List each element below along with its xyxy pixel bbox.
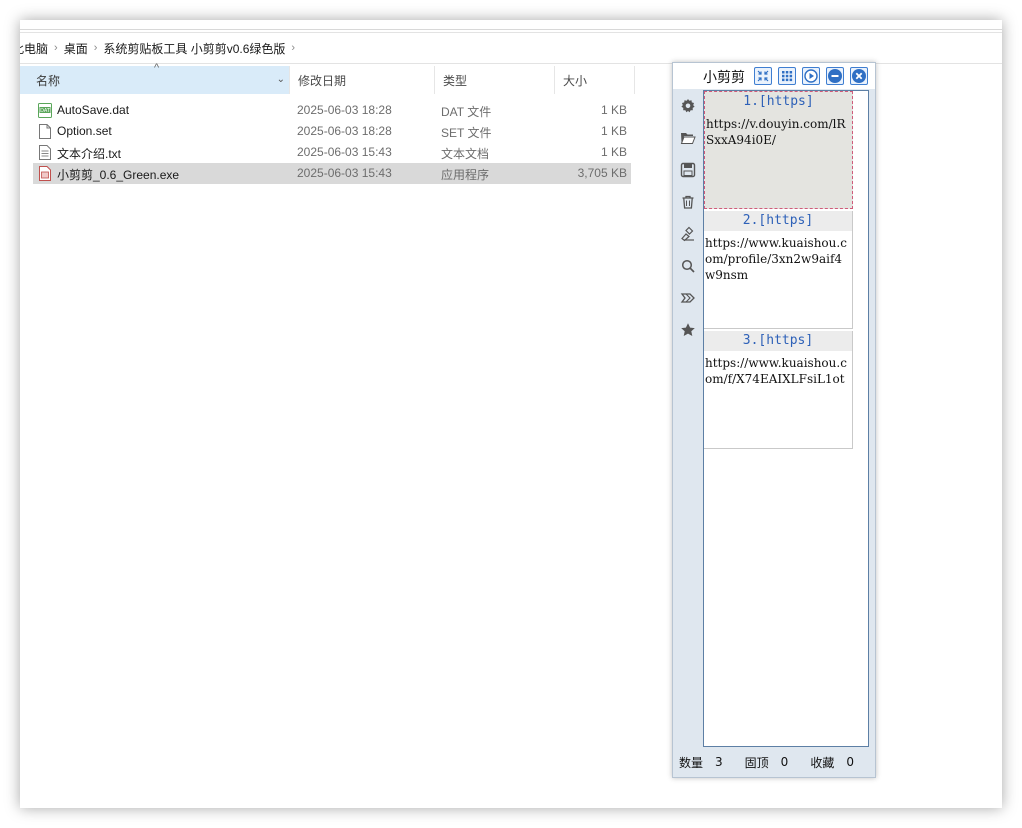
- entry-header: 2.[https]: [704, 211, 852, 231]
- entry-text: https://www.kuaishou.com/f/X74EAIXLFsiL1…: [705, 356, 847, 386]
- file-date: 2025-06-03 15:43: [297, 166, 392, 180]
- file-row-selected[interactable]: 小剪剪_0.6_Green.exe 2025-06-03 15:43 应用程序 …: [33, 163, 631, 184]
- entry-text: https://v.douyin.com/lRSxxA94i0E/: [706, 117, 846, 147]
- file-date: 2025-06-03 18:28: [297, 103, 392, 117]
- column-header-name-label: 名称: [36, 73, 61, 88]
- trash-icon[interactable]: [680, 194, 696, 210]
- gear-icon[interactable]: [680, 98, 696, 114]
- entry-header: 3.[https]: [704, 331, 852, 351]
- play-icon[interactable]: [802, 67, 820, 85]
- file-size: 3,705 KB: [577, 166, 627, 180]
- file-name: 小剪剪_0.6_Green.exe: [57, 168, 180, 182]
- column-header-type[interactable]: 类型: [435, 66, 555, 94]
- toolbar-strip: [20, 20, 1002, 30]
- file-size: 1 KB: [600, 145, 627, 159]
- favorites-value: 0: [846, 755, 854, 769]
- file-type: 文本文档: [441, 147, 490, 161]
- close-icon[interactable]: [850, 67, 868, 85]
- file-size: 1 KB: [600, 103, 627, 117]
- file-name: Option.set: [57, 124, 112, 138]
- save-icon[interactable]: [680, 162, 696, 178]
- breadcrumb-folder[interactable]: 系统剪贴板工具 小剪剪v0.6绿色版: [103, 40, 285, 57]
- clipboard-list: 1.[https] https://v.douyin.com/lRSxxA94i…: [703, 90, 869, 747]
- clipboard-tool-window: 小剪剪 1.[https] https://v.douyin.com/lRSxx…: [672, 62, 876, 778]
- breadcrumb-separator-icon: ›: [54, 42, 58, 54]
- clipboard-entry[interactable]: 3.[https] https://www.kuaishou.com/f/X74…: [704, 331, 853, 449]
- pinned-value: 0: [780, 755, 789, 769]
- column-header-type-label: 类型: [443, 73, 468, 88]
- column-header-date[interactable]: 修改日期: [290, 66, 435, 94]
- text-file-icon: [38, 145, 51, 160]
- file-list: DAT AutoSave.dat 2025-06-03 18:28 DAT 文件…: [33, 100, 631, 184]
- file-row[interactable]: Option.set 2025-06-03 18:28 SET 文件 1 KB: [33, 121, 631, 142]
- pinned-label: 固顶: [744, 755, 769, 770]
- blank-file-icon: [38, 124, 51, 139]
- tag-icon[interactable]: [680, 290, 696, 306]
- entry-header: 1.[https]: [743, 94, 814, 109]
- breadcrumb-separator-icon: ›: [93, 42, 98, 54]
- title-bar[interactable]: 小剪剪: [673, 63, 875, 89]
- exe-file-icon: [38, 166, 51, 181]
- file-type: SET 文件: [441, 126, 492, 140]
- clipboard-entry[interactable]: 1.[https] https://v.douyin.com/lRSxxA94i…: [704, 91, 853, 209]
- open-folder-icon[interactable]: [680, 130, 696, 146]
- count-value: 3: [715, 755, 723, 769]
- file-date: 2025-06-03 18:28: [297, 124, 392, 138]
- file-row[interactable]: DAT AutoSave.dat 2025-06-03 18:28 DAT 文件…: [33, 100, 631, 121]
- count-label: 数量: [679, 755, 704, 770]
- grid-icon[interactable]: [778, 67, 796, 85]
- svg-text:DAT: DAT: [40, 108, 51, 114]
- star-icon[interactable]: [680, 322, 696, 338]
- clipboard-entry[interactable]: 2.[https] https://www.kuaishou.com/profi…: [704, 211, 853, 329]
- collapse-icon[interactable]: [754, 67, 772, 85]
- column-header-name[interactable]: ^ 名称 ⌄: [20, 62, 290, 94]
- sort-ascending-icon: ^: [154, 62, 160, 74]
- chevron-down-icon[interactable]: ⌄: [277, 74, 285, 85]
- dat-file-icon: DAT: [38, 103, 52, 118]
- minimize-icon[interactable]: [826, 67, 844, 85]
- file-name: 文本介绍.txt: [57, 147, 122, 161]
- file-date: 2025-06-03 15:43: [297, 145, 392, 159]
- favorites-label: 收藏: [810, 755, 835, 770]
- column-header-date-label: 修改日期: [298, 73, 347, 88]
- file-name: AutoSave.dat: [57, 103, 130, 117]
- column-header-size-label: 大小: [563, 73, 588, 88]
- file-type: 应用程序: [441, 168, 490, 182]
- file-type: DAT 文件: [441, 105, 492, 119]
- file-row[interactable]: 文本介绍.txt 2025-06-03 15:43 文本文档 1 KB: [33, 142, 631, 163]
- file-size: 1 KB: [600, 124, 627, 138]
- breadcrumb-expand-icon[interactable]: ›: [291, 42, 295, 54]
- search-icon[interactable]: [680, 258, 696, 274]
- tool-sidebar: [673, 89, 703, 745]
- column-header-size[interactable]: 大小: [555, 66, 635, 94]
- breadcrumb-this-pc[interactable]: 此电脑: [20, 40, 48, 57]
- entry-text: https://www.kuaishou.com/profile/3xn2w9a…: [705, 236, 847, 282]
- breadcrumb-desktop[interactable]: 桌面: [64, 40, 88, 57]
- breadcrumb[interactable]: 此电脑 › 桌面 › 系统剪贴板工具 小剪剪v0.6绿色版 ›: [20, 32, 1002, 64]
- app-title: 小剪剪: [703, 70, 745, 86]
- status-bar: 数量 3 固顶 0 收藏 0: [673, 747, 875, 777]
- brush-icon[interactable]: [680, 226, 696, 242]
